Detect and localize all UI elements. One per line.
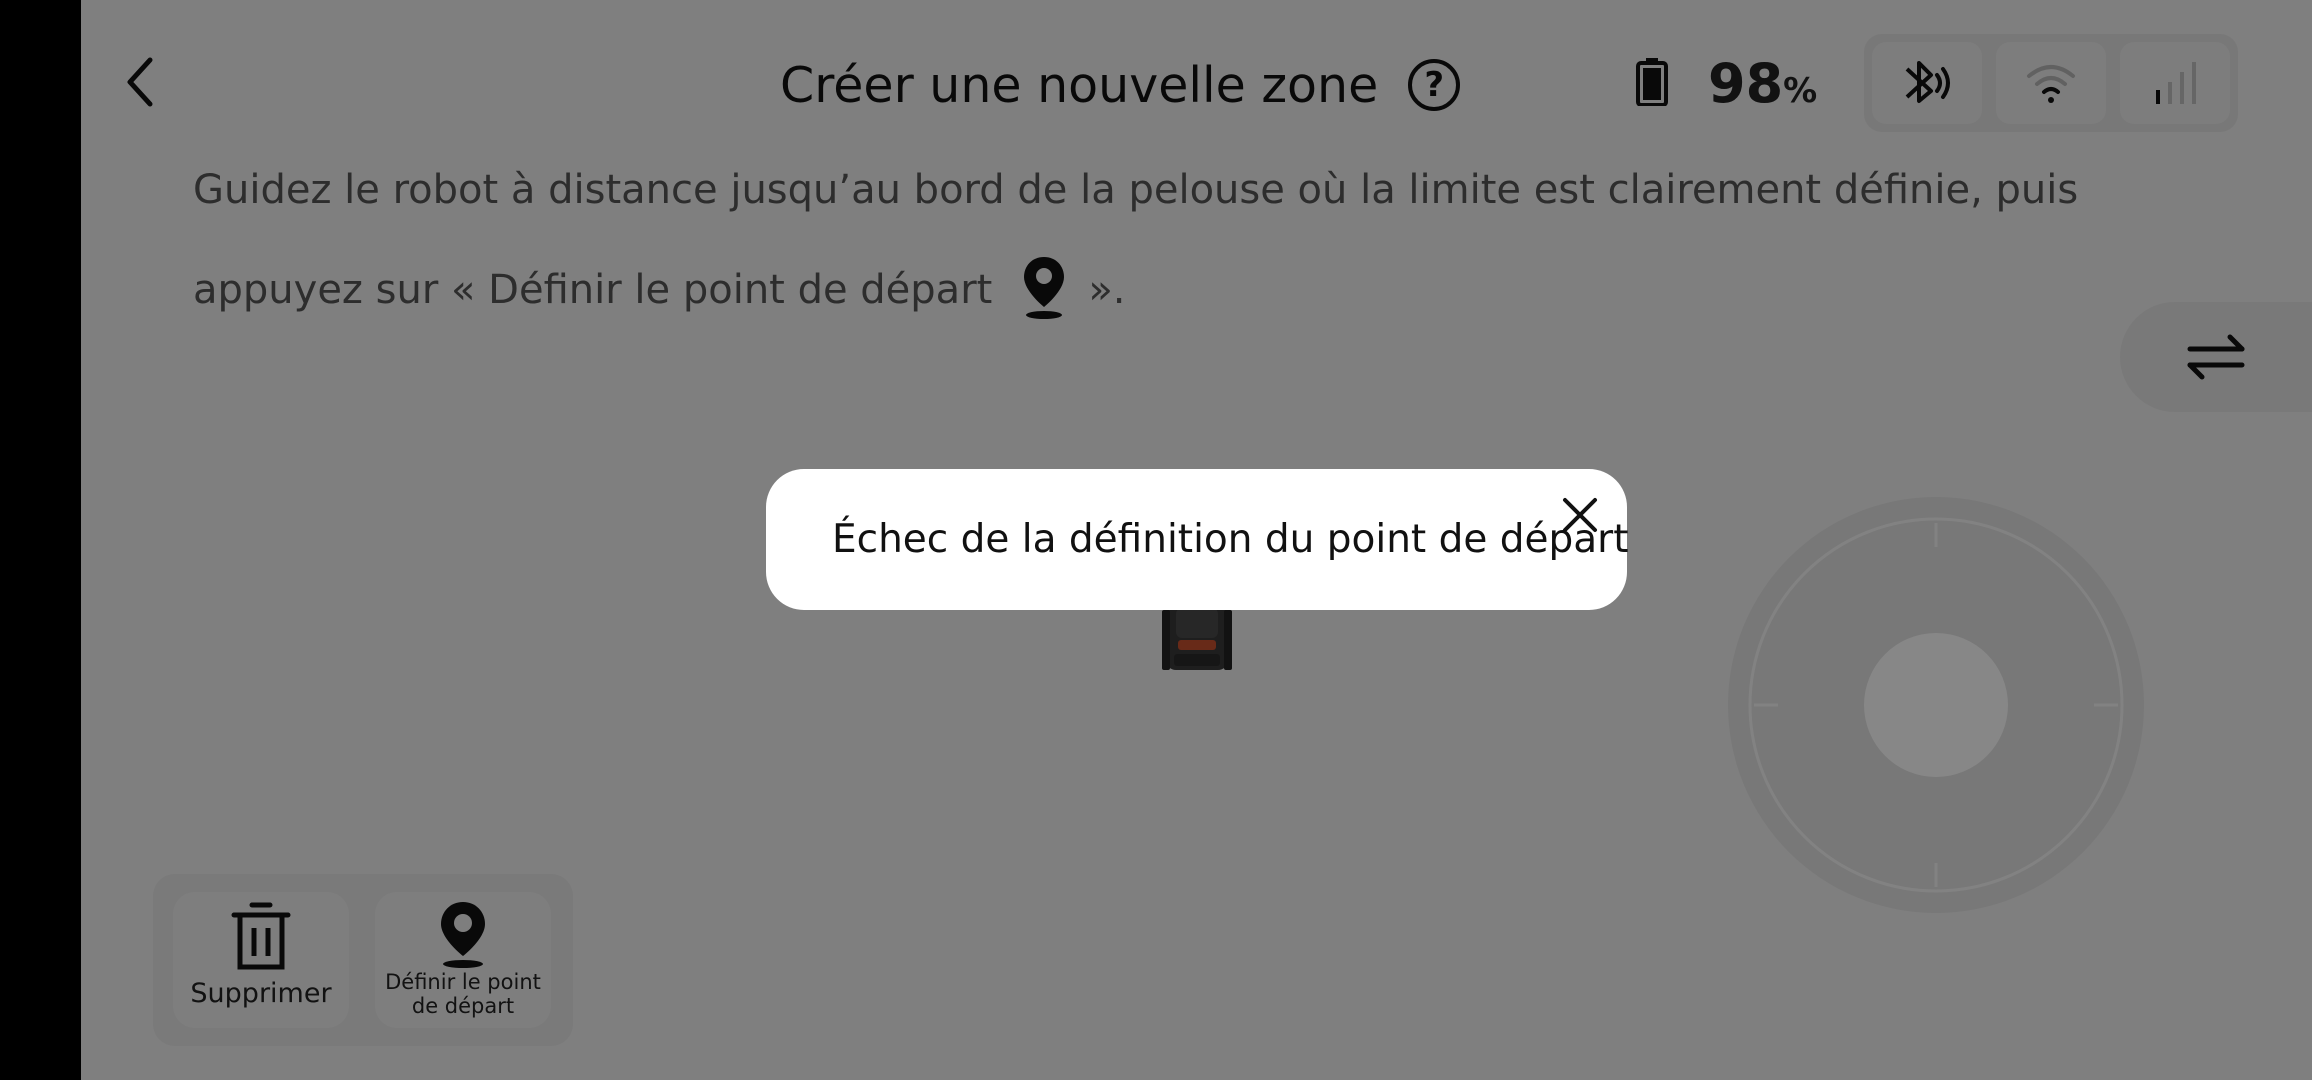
screen: Créer une nouvelle zone ? 98% Guidez le … (0, 0, 2312, 1080)
error-toast-message: Échec de la définition du point de dépar… (832, 517, 1629, 562)
close-icon[interactable] (1562, 497, 1598, 533)
error-toast: Échec de la définition du point de dépar… (766, 469, 1629, 610)
